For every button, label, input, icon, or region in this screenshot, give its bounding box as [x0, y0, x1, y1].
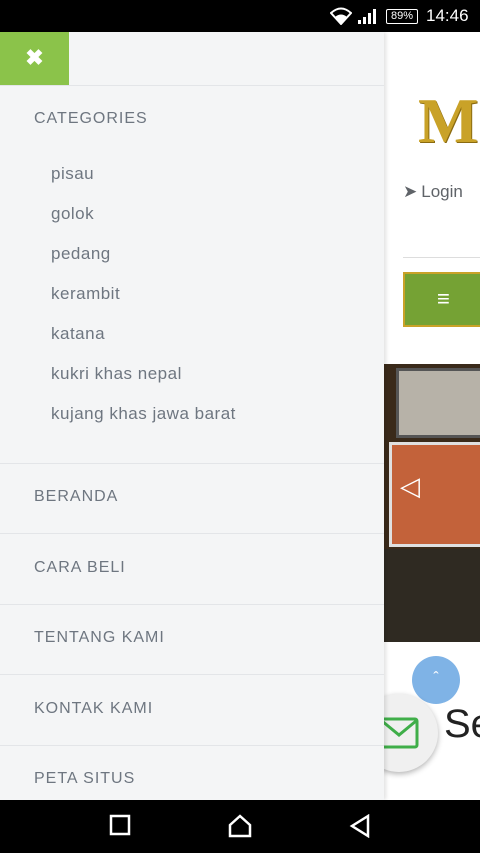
menu-item-cara-beli[interactable]: CARA BELI [34, 559, 126, 577]
divider [0, 85, 384, 86]
side-drawer: ✖ CATEGORIES pisau golok pedang kerambit… [0, 32, 384, 800]
menu-item-kontak-kami[interactable]: KONTAK KAMI [34, 700, 153, 718]
categories-heading: CATEGORIES [34, 110, 148, 127]
sign-in-icon: ➤ [403, 182, 418, 201]
wifi-icon [330, 7, 352, 25]
status-bar: 89% 14:46 [0, 0, 480, 32]
clock: 14:46 [426, 6, 469, 25]
slider-prev-icon[interactable]: ◁ [400, 471, 420, 502]
close-icon: ✖ [25, 45, 44, 70]
hamburger-icon: ≡ [437, 286, 450, 311]
section-heading: Se [444, 702, 480, 746]
category-item[interactable]: kerambit [51, 284, 120, 304]
close-drawer-button[interactable]: ✖ [0, 32, 69, 85]
mail-icon [379, 717, 419, 749]
menu-item-tentang-kami[interactable]: TENTANG KAMI [34, 629, 165, 647]
divider [0, 745, 384, 746]
hero-slider[interactable]: ◁ [384, 364, 480, 642]
category-item[interactable]: kujang khas jawa barat [51, 404, 236, 424]
divider [0, 533, 384, 534]
system-nav-bar [0, 800, 480, 853]
scroll-to-top-button[interactable]: ˆ [412, 656, 460, 704]
menu-toggle-button[interactable]: ≡ [403, 272, 480, 327]
menu-item-peta-situs[interactable]: PETA SITUS [34, 770, 135, 788]
slide-background [384, 549, 480, 642]
category-item[interactable]: katana [51, 324, 105, 344]
chevron-up-icon: ˆ [433, 670, 439, 687]
back-icon[interactable] [349, 814, 371, 838]
signal-icon [358, 9, 376, 24]
divider [0, 604, 384, 605]
category-item[interactable]: pedang [51, 244, 111, 264]
login-link[interactable]: ➤ Login [403, 182, 463, 202]
category-item[interactable]: pisau [51, 164, 94, 184]
slide-image [396, 368, 480, 438]
site-logo[interactable]: M [418, 84, 480, 158]
divider [0, 463, 384, 464]
category-item[interactable]: golok [51, 204, 94, 224]
battery-indicator: 89% [386, 9, 418, 24]
divider [0, 674, 384, 675]
divider [403, 257, 480, 258]
login-label: Login [421, 182, 463, 201]
recent-apps-icon[interactable] [109, 814, 131, 836]
home-icon[interactable] [228, 814, 252, 838]
menu-item-beranda[interactable]: BERANDA [34, 488, 118, 506]
category-item[interactable]: kukri khas nepal [51, 364, 182, 384]
